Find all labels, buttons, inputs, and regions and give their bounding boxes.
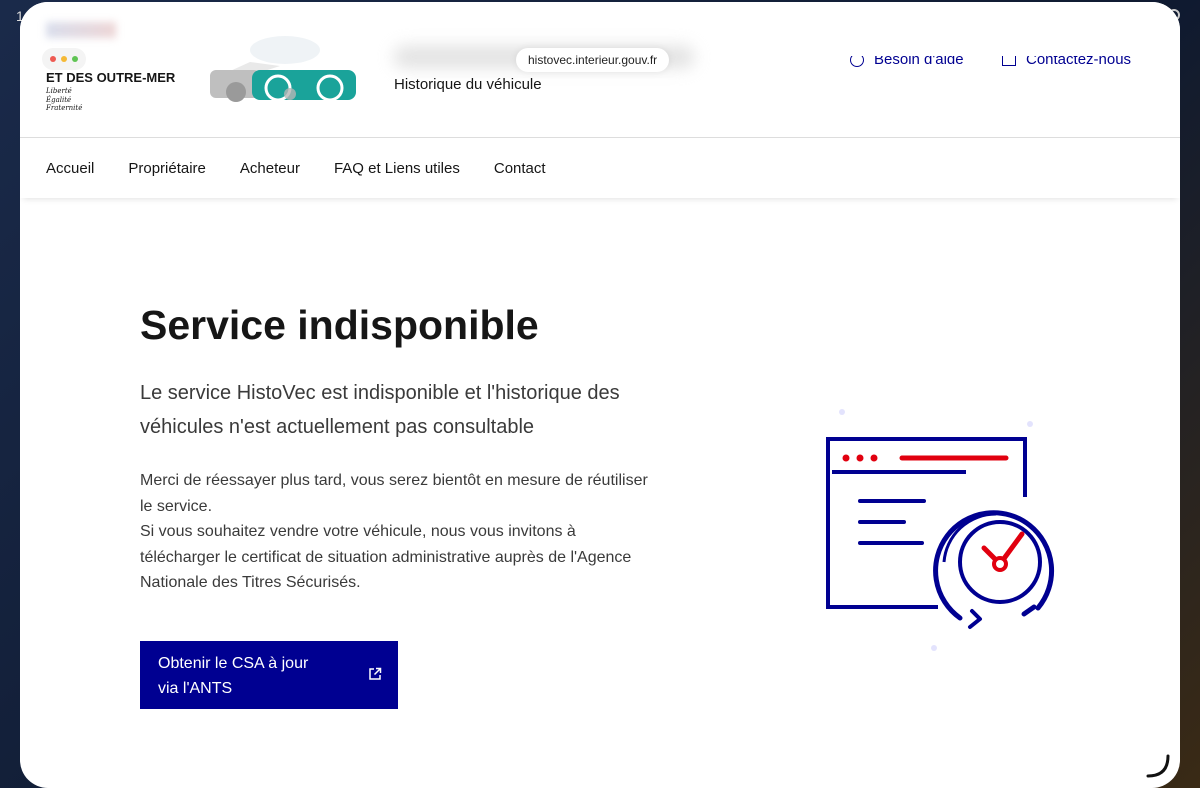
republic-motto: Liberté Égalité Fraternité [46, 87, 82, 113]
motto-liberte: Liberté [46, 87, 72, 95]
mail-icon [1002, 56, 1016, 66]
nav-item-accueil[interactable]: Accueil [46, 160, 94, 177]
site-subtitle: Historique du véhicule [394, 76, 542, 93]
csa-paragraph: Si vous souhaitez vendre votre véhicule,… [140, 523, 632, 591]
resize-handle-icon[interactable] [1144, 752, 1172, 780]
minimize-dot-icon[interactable] [61, 56, 67, 62]
retry-paragraph: Merci de réessayer plus tard, vous serez… [140, 472, 648, 515]
cta-line-1: Obtenir le CSA à jour [158, 655, 309, 672]
body-text: Merci de réessayer plus tard, vous serez… [140, 468, 660, 596]
ministry-name-blurred [46, 22, 116, 38]
cta-line-2: via l'ANTS [158, 680, 233, 697]
lead-text: Le service HistoVec est indisponible et … [140, 382, 620, 438]
help-link[interactable]: Besoin d'aide [850, 56, 964, 78]
site-header: ET DES OUTRE-MER Liberté Égalité Fratern… [20, 2, 1180, 138]
get-csa-button[interactable]: Obtenir le CSA à jour via l'ANTS [140, 641, 398, 709]
maximize-dot-icon[interactable] [72, 56, 78, 62]
window-controls[interactable] [42, 48, 86, 70]
close-dot-icon[interactable] [50, 56, 56, 62]
motto-egalite: Égalité [46, 95, 72, 104]
nav-item-acheteur[interactable]: Acheteur [240, 160, 300, 177]
nav-item-contact[interactable]: Contact [494, 160, 546, 177]
browser-clock-icon [826, 409, 1055, 651]
browser-window: ET DES OUTRE-MER Liberté Égalité Fratern… [20, 2, 1180, 788]
ministry-name: ET DES OUTRE-MER [46, 70, 176, 85]
main-navigation: Accueil Propriétaire Acheteur FAQ et Lie… [20, 138, 1180, 198]
contact-link-label: Contactez-nous [1026, 56, 1132, 68]
motto-fraternite: Fraternité [46, 104, 83, 112]
nav-item-proprietaire[interactable]: Propriétaire [128, 160, 206, 177]
histovec-car-logo-icon[interactable] [210, 32, 360, 112]
page-title: Service indisponible [140, 302, 539, 348]
help-link-label: Besoin d'aide [874, 56, 964, 68]
contact-link[interactable]: Contactez-nous [1002, 56, 1131, 78]
external-link-icon [369, 667, 382, 680]
question-circle-icon [850, 56, 864, 67]
url-bar[interactable]: histovec.interieur.gouv.fr [516, 48, 670, 72]
nav-item-faq[interactable]: FAQ et Liens utiles [334, 160, 460, 177]
